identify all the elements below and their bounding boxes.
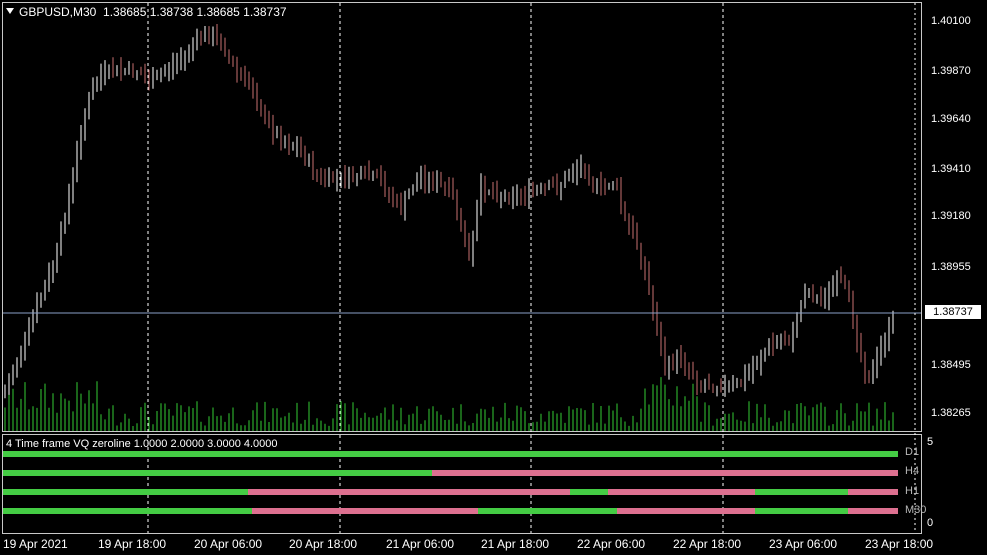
time-label: 22 Apr 06:00 (577, 537, 646, 551)
vq-state-segment (617, 508, 755, 514)
time-label: 21 Apr 18:00 (481, 537, 550, 551)
price-label: 1.39870 (931, 65, 971, 77)
price-chart-canvas[interactable] (0, 0, 987, 555)
indicator-scale-min: 0 (927, 517, 934, 529)
time-label: 20 Apr 18:00 (289, 537, 358, 551)
time-label: 21 Apr 06:00 (386, 537, 455, 551)
vq-state-segment (3, 451, 898, 457)
chart-header: GBPUSD,M30 1.38685 1.38738 1.38685 1.387… (6, 5, 287, 19)
price-label: 1.38955 (931, 261, 971, 273)
metatrader-chart-window: GBPUSD,M30 1.38685 1.38738 1.38685 1.387… (0, 0, 987, 555)
tf-label-h4: H4 (905, 465, 920, 477)
price-label: 1.39410 (931, 163, 971, 175)
price-label: 1.38265 (931, 407, 971, 419)
time-label: 20 Apr 06:00 (194, 537, 263, 551)
tf-label-h1: H1 (905, 485, 920, 497)
time-label: 19 Apr 2021 (3, 537, 68, 551)
vq-state-segment (432, 470, 898, 476)
price-label: 1.39180 (931, 210, 971, 222)
vq-state-segment (755, 508, 848, 514)
vq-state-segment (848, 508, 898, 514)
tf-label-m30: M30 (905, 504, 927, 516)
time-label: 23 Apr 06:00 (769, 537, 838, 551)
volume-histogram (4, 377, 894, 431)
price-label: 1.40100 (931, 15, 971, 27)
time-label: 23 Apr 18:00 (865, 537, 934, 551)
vq-state-segment (248, 489, 570, 495)
indicator-scale-max: 5 (927, 436, 934, 448)
vq-timeframe-bars (3, 451, 898, 514)
vq-state-segment (570, 489, 608, 495)
vq-state-segment (755, 489, 848, 495)
price-label: 1.38495 (931, 359, 971, 371)
vq-state-segment (608, 489, 755, 495)
symbol-timeframe: GBPUSD,M30 (19, 5, 97, 19)
collapse-triangle-icon[interactable] (6, 8, 14, 14)
candlesticks (4, 24, 894, 399)
current-price-tag: 1.38737 (925, 305, 981, 319)
time-label: 22 Apr 18:00 (673, 537, 742, 551)
vq-state-segment (3, 508, 252, 514)
time-label: 19 Apr 18:00 (98, 537, 167, 551)
vq-state-segment (252, 508, 478, 514)
vq-state-segment (478, 508, 617, 514)
price-label: 1.39640 (931, 113, 971, 125)
vq-state-segment (848, 489, 898, 495)
tf-label-d1: D1 (905, 446, 920, 458)
vq-state-segment (3, 470, 432, 476)
vq-state-segment (3, 489, 248, 495)
ohlc-values: 1.38685 1.38738 1.38685 1.38737 (103, 5, 287, 19)
indicator-title: 4 Time frame VQ zeroline 1.0000 2.0000 3… (6, 438, 278, 450)
